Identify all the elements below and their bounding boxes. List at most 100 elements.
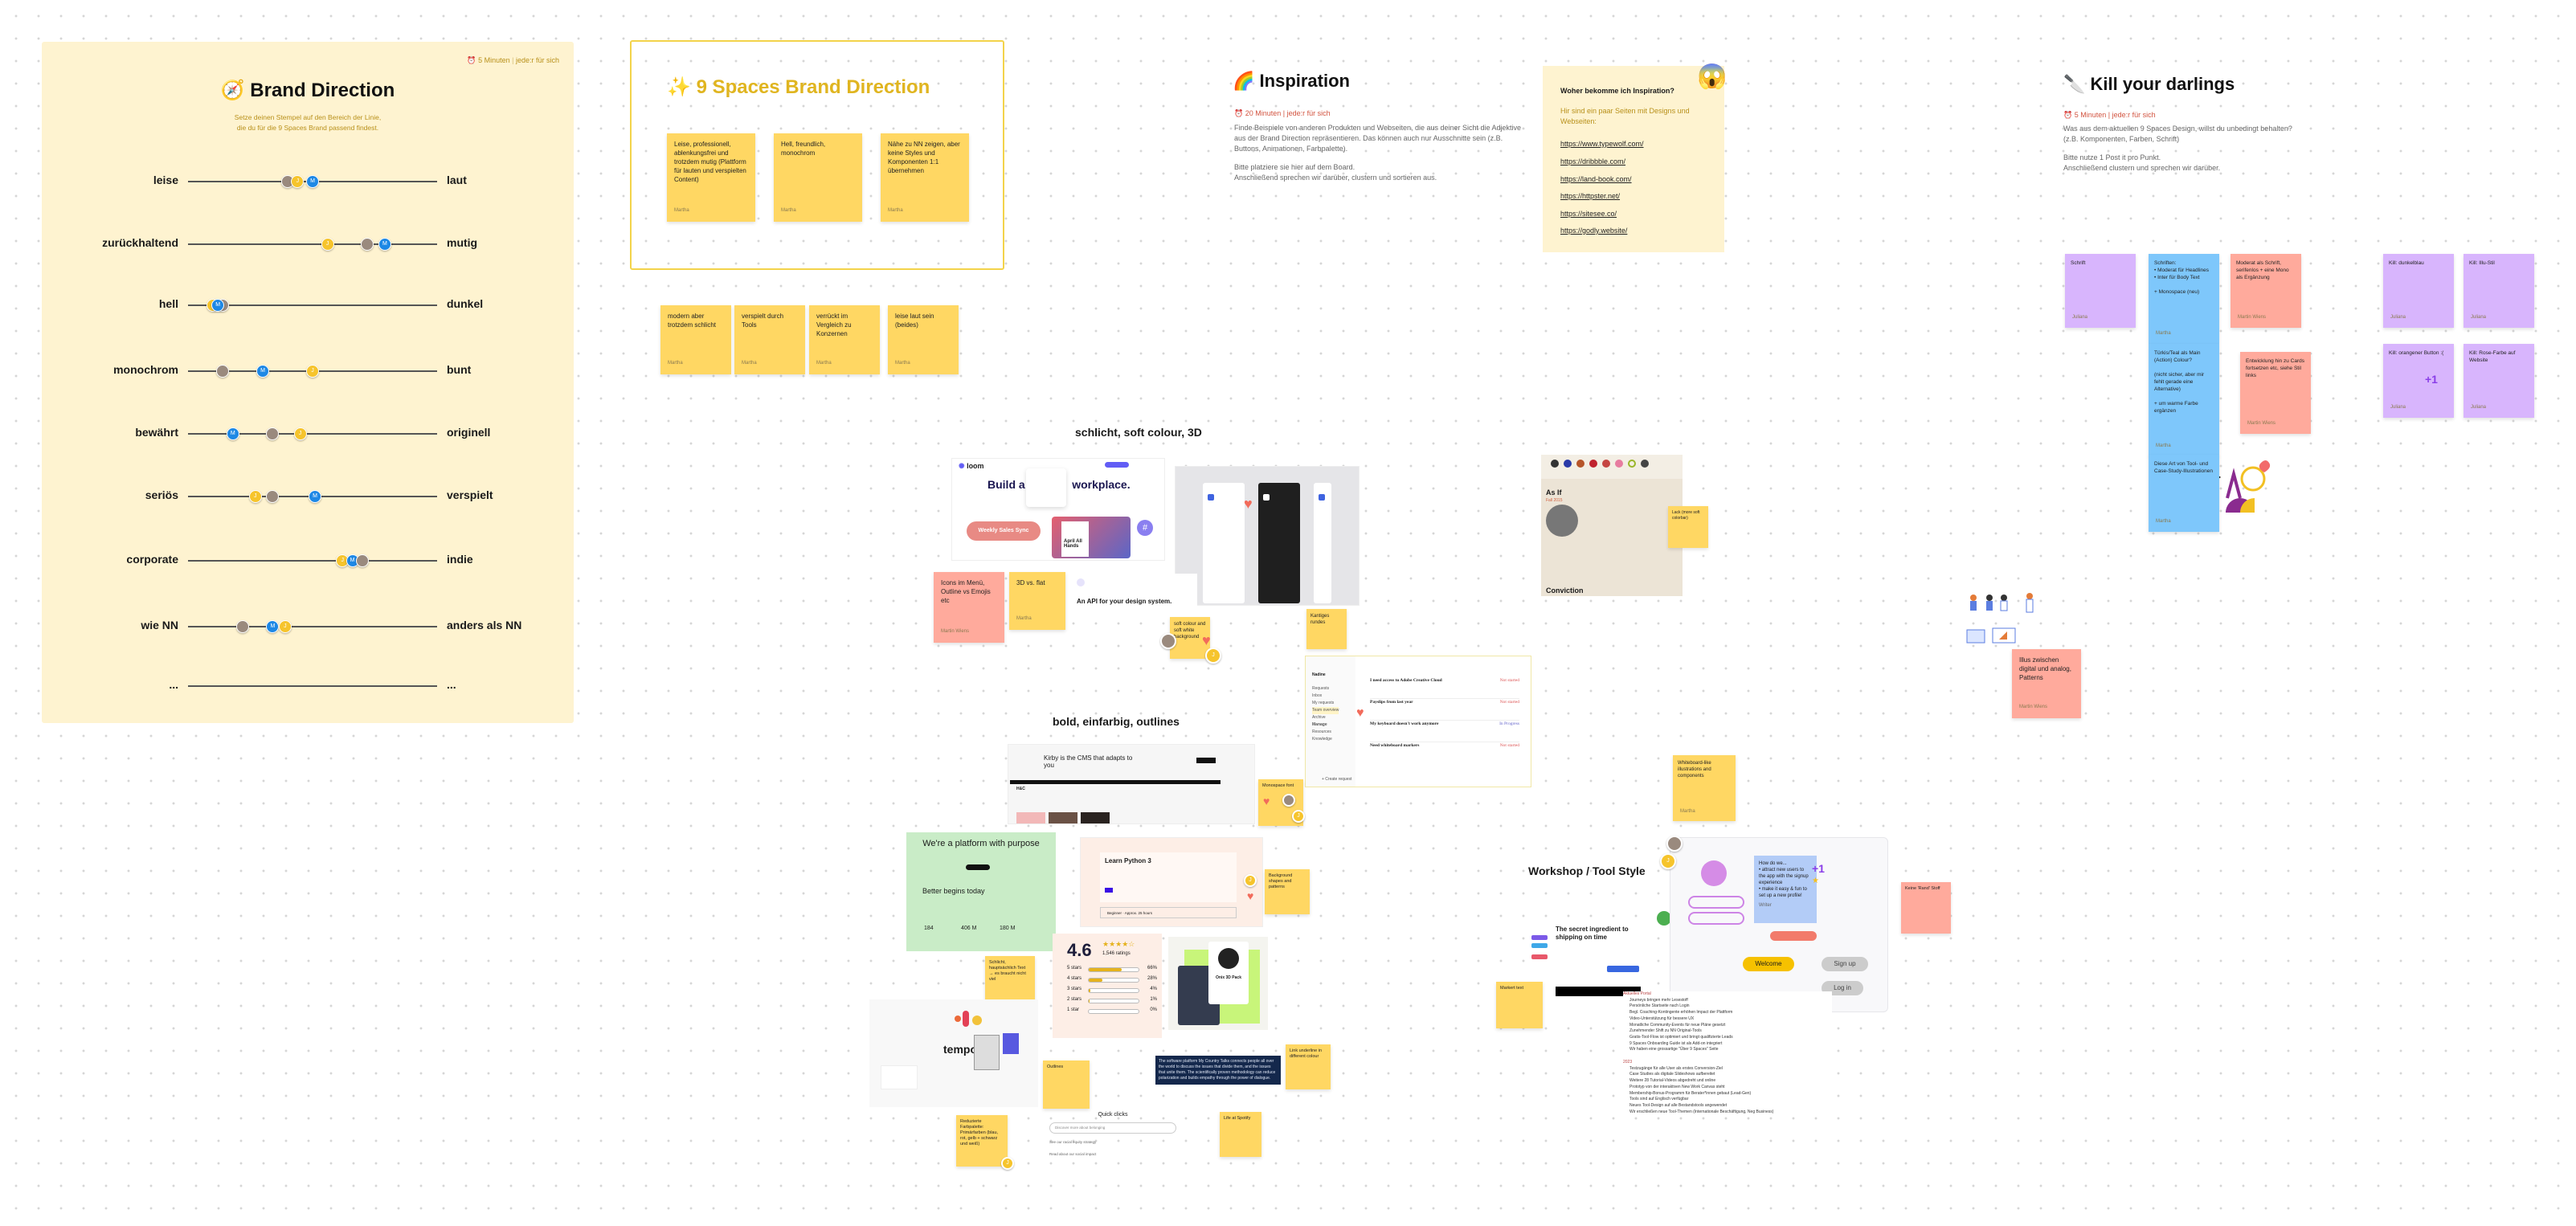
roadmap-item[interactable]: Begl. Coaching-Kontingente erhöhen Impac…	[1623, 1010, 1832, 1016]
country-talks-screenshot[interactable]: The software platform My Country Talks c…	[1155, 1056, 1281, 1085]
sticky-note[interactable]: Background shapes and patterns	[1265, 869, 1310, 914]
link[interactable]: https://dribbble.com/	[1560, 157, 1625, 166]
sticky-note[interactable]: Illus zwischen digital und analog, Patte…	[2012, 649, 2081, 718]
sticky-note[interactable]: leise laut sein (beides) Martha	[888, 305, 959, 374]
user-stamp-photo[interactable]	[216, 365, 230, 378]
link[interactable]: https://sitesee.co/	[1560, 210, 1617, 218]
roadmap-item[interactable]: Case Studies als digitale Slideshows auf…	[1623, 1072, 1832, 1078]
roadmap-item[interactable]: Neues Tool-Design auf alle Bestandstools…	[1623, 1103, 1832, 1110]
sticky-note[interactable]: Schriften: • Moderat für Headlines • Int…	[2149, 254, 2219, 344]
user-stamp-m[interactable]: M	[306, 175, 319, 188]
sticky-note[interactable]: Kantiges rundes	[1306, 609, 1347, 649]
platform-screenshot[interactable]: We're a platform with purpose Better beg…	[906, 832, 1056, 951]
sticky-note[interactable]: Markert text	[1496, 982, 1543, 1028]
sticky-note[interactable]: Link underline in different colour	[1286, 1044, 1331, 1089]
user-stamp-photo[interactable]	[266, 490, 280, 503]
sticky-note[interactable]: verrückt im Vergleich zu Konzernen Marth…	[809, 305, 880, 374]
sticky-note[interactable]: Keine 'Rand' Stoff	[1901, 882, 1951, 934]
sticky-note[interactable]: Entwicklung hin zu Cards fortsetzen etc,…	[2240, 352, 2311, 434]
sticky-note[interactable]: Whiteboard-like illustrations and compon…	[1673, 755, 1736, 821]
tempo-screenshot[interactable]: tempo	[869, 999, 1038, 1107]
sticky-note[interactable]: Outlines	[1043, 1060, 1090, 1109]
request-row[interactable]: I need access to Adobe Creative Cloud Not…	[1370, 677, 1519, 699]
roadmap-item[interactable]: Zunehmender Shift zu NN Original-Tools	[1623, 1028, 1832, 1035]
sticky-note[interactable]: Icons im Menü, Outline vs Emojis etc Mar…	[934, 572, 1004, 643]
loom-screenshot[interactable]: ✺ loom Build a t workplace. Weekly Sales …	[951, 458, 1165, 561]
request-row[interactable]: My keyboard doesn't work anymore In Progr…	[1370, 721, 1519, 742]
roadmap-item[interactable]: Wir haben eine grossartige "Über 9 Space…	[1623, 1047, 1832, 1053]
sticky-note[interactable]: Schrift Juliana	[2065, 254, 2136, 328]
user-stamp-photo[interactable]	[361, 238, 374, 251]
quick-clicks-screenshot[interactable]: Quick clicks Discover more about belongi…	[1049, 1112, 1176, 1168]
roadmap-item[interactable]: Weitere 28 Tutorial-Videos abgedreht und…	[1623, 1078, 1832, 1085]
sticky-note[interactable]: verspielt durch Tools Martha	[734, 305, 805, 374]
sticky-note[interactable]: Kill: orangener Button :(Juliana +1	[2383, 344, 2454, 418]
scale-line[interactable]	[188, 433, 437, 435]
roadmap-item[interactable]: Monatliche Community-Events für neue Plä…	[1623, 1023, 1832, 1029]
roadmap-item[interactable]: Persönliche Startseite nach Login	[1623, 1003, 1832, 1010]
roadmap-group[interactable]: 2023	[1623, 1060, 1832, 1066]
nine-spaces-frame[interactable]: ✨ 9 Spaces Brand Direction Leise, profes…	[630, 40, 1004, 270]
sticky-note[interactable]: Hell, freundlich, monochrom Martha	[774, 133, 862, 222]
user-stamp-j[interactable]: J	[248, 490, 262, 503]
sticky-note[interactable]: Nähe zu NN zeigen, aber keine Styles und…	[881, 133, 969, 222]
scale-line[interactable]	[188, 560, 437, 562]
link[interactable]: https://httpster.net/	[1560, 192, 1620, 200]
sticky-note[interactable]: Schlicht, hauptsächlich Text → es brauch…	[985, 956, 1035, 1006]
user-stamp-m[interactable]: M	[378, 238, 391, 251]
roadmap-item[interactable]: Wir erschließen neue Tool-Themen (Intern…	[1623, 1110, 1832, 1116]
product-screenshot[interactable]: Onix 3D Pack	[1168, 937, 1268, 1030]
sticky-note[interactable]: 3D vs. flat Martha	[1009, 572, 1065, 630]
sticky-note[interactable]: modern aber trotzdem schlicht Martha	[660, 305, 731, 374]
user-stamp-j[interactable]: J	[291, 175, 305, 188]
user-stamp-photo[interactable]	[356, 554, 369, 567]
sticky-note[interactable]: Kill: Illu-Stil Juliana	[2464, 254, 2534, 328]
link[interactable]: https://godly.website/	[1560, 227, 1627, 235]
link[interactable]: https://www.typewolf.com/	[1560, 140, 1644, 148]
roadmap-group[interactable]: Aktuelles Portal	[1623, 991, 1832, 998]
user-stamp-j[interactable]: J	[306, 365, 319, 378]
user-stamp-m[interactable]: M	[309, 490, 322, 503]
roadmap-item[interactable]: Journeys bringen mehr Lesestoff	[1623, 998, 1832, 1004]
roadmap-item[interactable]: Gratis-Tool-Flow ist optimiert und bring…	[1623, 1035, 1832, 1041]
roadmap-item[interactable]: Prototyp von der interaktiven New Work C…	[1623, 1085, 1832, 1091]
link[interactable]: https://land-book.com/	[1560, 175, 1632, 183]
sticky-note[interactable]: Reduzierte Farbpalette: Primärfarben (bl…	[956, 1115, 1008, 1167]
quick-link[interactable]: Read about our social impact	[1049, 1152, 1176, 1156]
user-stamp-j[interactable]: J	[321, 238, 334, 251]
user-stamp-photo[interactable]	[266, 427, 280, 440]
scale-line[interactable]	[188, 626, 437, 627]
sidebar-ui-screenshot[interactable]	[1175, 466, 1360, 606]
rating-screenshot[interactable]: 4.6 ★★★★☆ 1,546 ratings 5 stars 66% 4 sta…	[1053, 934, 1162, 1038]
user-stamp-photo[interactable]	[236, 620, 250, 633]
whiteboard-screenshot[interactable]: How do we... • attract new users to the …	[1670, 837, 1888, 1012]
request-row[interactable]: Payslips from last year Not started	[1370, 699, 1519, 721]
user-stamp-j[interactable]: J	[293, 427, 307, 440]
sticky-note[interactable]: Kill: dunkelblau Juliana	[2383, 254, 2454, 328]
kirby-screenshot[interactable]: Kirby is the CMS that adapts to you H&C	[1008, 744, 1255, 824]
quick-link[interactable]: See our racial equity strategy	[1049, 1140, 1176, 1144]
user-stamp-m[interactable]: M	[256, 365, 269, 378]
sticky-note[interactable]: Moderat als Schrift, serifenlos + eine M…	[2230, 254, 2301, 328]
sticky-note[interactable]: Diese Art von Tool- und Case-Study-Illus…	[2149, 455, 2219, 532]
scale-line[interactable]	[188, 243, 437, 245]
scale-line[interactable]	[188, 685, 437, 687]
roadmap-item[interactable]: Testzugänge für alle User als erstes Con…	[1623, 1066, 1832, 1073]
roadmap-item[interactable]: Video-Unterstützung für bessere UX	[1623, 1016, 1832, 1023]
sticky-note[interactable]: Leise, professionell, ablenkungsfrei und…	[667, 133, 755, 222]
sticky-note[interactable]: Lack (more soft colorbar)	[1668, 506, 1708, 548]
sticky-note[interactable]: Life at Spotify	[1220, 1112, 1261, 1157]
roadmap-item[interactable]: Tools sind auf Englisch verfügbar	[1623, 1097, 1832, 1103]
roadmap-item[interactable]: Membership-Bonus-Programm für Berater*in…	[1623, 1091, 1832, 1097]
user-stamp-j[interactable]: J	[278, 620, 292, 633]
quick-search[interactable]: Discover more about belonging	[1049, 1122, 1176, 1134]
user-stamp-m[interactable]: M	[266, 620, 280, 633]
sticky-note[interactable]: Türkis/Teal als Main (Action) Colour? (n…	[2149, 344, 2219, 456]
python-course-screenshot[interactable]: Learn Python 3 Beginner · Approx. 25 hou…	[1080, 837, 1263, 927]
as-if-screenshot[interactable]: As If Fall 2015 Conviction	[1541, 455, 1683, 596]
user-stamp-m[interactable]: M	[226, 427, 239, 440]
helpdesk-screenshot[interactable]: ● ● ● Nadine Requests Inbox My requests …	[1305, 656, 1531, 787]
request-row[interactable]: Need whiteboard markers Not started	[1370, 742, 1519, 763]
sticky-note[interactable]: Kill: Rose-Farbe auf Website Juliana	[2464, 344, 2534, 418]
api-screenshot[interactable]: An API for your design system.	[1069, 574, 1197, 622]
